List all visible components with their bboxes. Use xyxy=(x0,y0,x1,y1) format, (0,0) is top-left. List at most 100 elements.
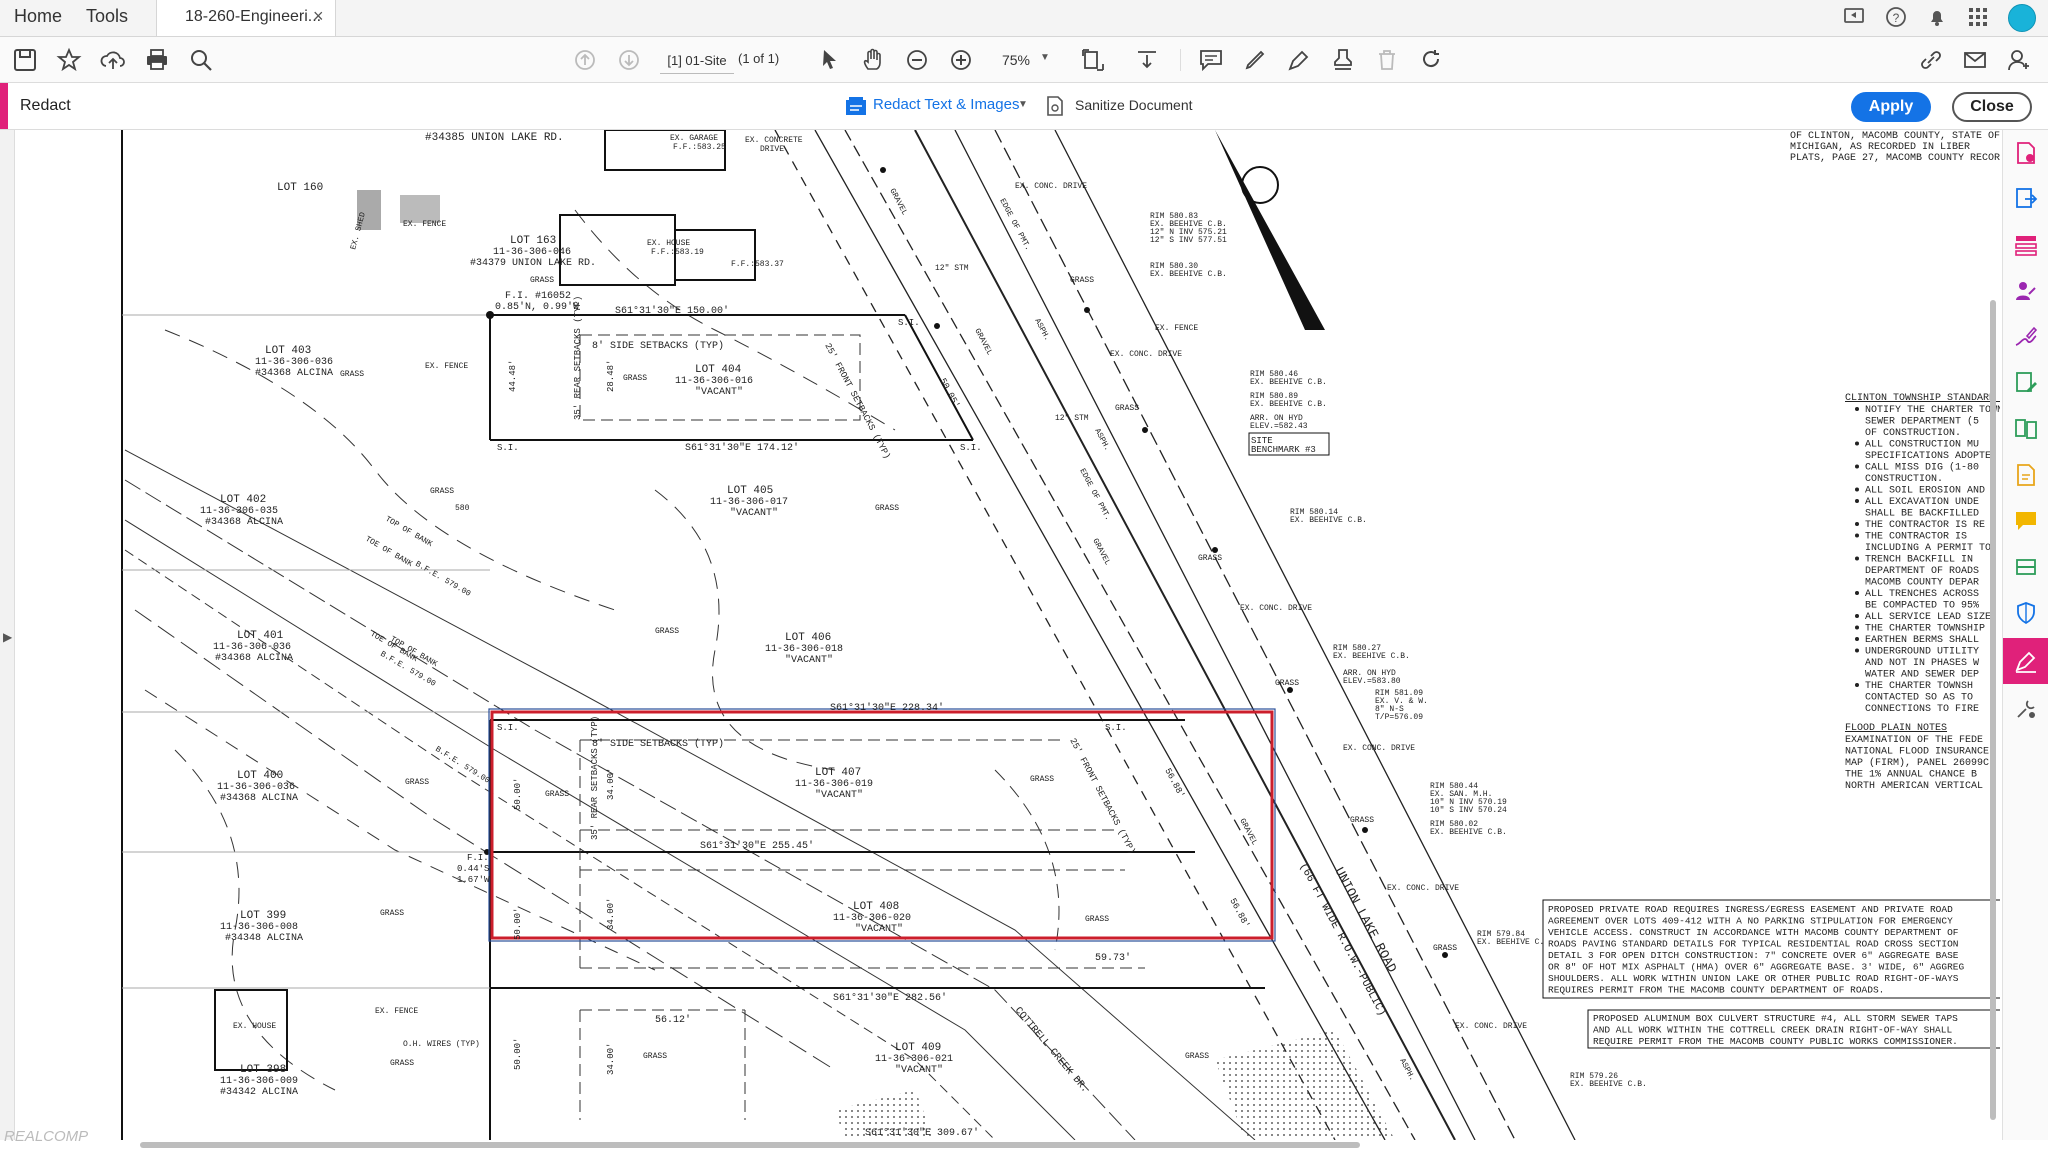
search-zoom-icon[interactable] xyxy=(188,47,214,73)
ex-garage2-ff: F.F.:583.37 xyxy=(731,260,784,269)
si-label-3: S.I. xyxy=(898,318,920,328)
rear-setbacks-1: 35' REAR SETBACKS (TYP) xyxy=(573,296,583,420)
ex-shed-label: EX. SHED xyxy=(349,211,368,251)
request-signature-icon[interactable] xyxy=(2013,278,2039,304)
highlight-pen-icon[interactable] xyxy=(1242,47,1268,73)
stamp-icon[interactable] xyxy=(1330,47,1356,73)
note-bullet xyxy=(1855,648,1859,653)
email-envelope-icon[interactable] xyxy=(1962,47,1988,73)
note-line: AND ALL WORK WITHIN THE COTTRELL CREEK D… xyxy=(1593,1025,1952,1036)
note-line: REQUIRES PERMIT FROM THE MACOMB COUNTY D… xyxy=(1548,985,1884,996)
vertical-scrollbar[interactable] xyxy=(1990,300,1996,1120)
notifications-bell-icon[interactable] xyxy=(1925,5,1949,29)
note-line: TRENCH BACKFILL IN xyxy=(1865,555,1973,566)
lot-408-id: 11-36-306-020 xyxy=(833,913,911,924)
protect-shield-icon[interactable] xyxy=(2013,600,2039,626)
zoom-out-icon[interactable] xyxy=(904,47,930,73)
page-fit-icon[interactable] xyxy=(1080,47,1106,73)
rim-8-inv-s: 10" S INV 570.24 xyxy=(1430,806,1507,815)
bfe-label-1: B.F.E. 579.00 xyxy=(414,560,473,599)
rim-4-structure: EX. BEEHIVE C.B. xyxy=(1250,400,1327,409)
dim-44-48: 44.48' xyxy=(508,360,518,392)
menu-home[interactable]: Home xyxy=(14,6,62,27)
print-icon[interactable] xyxy=(144,47,170,73)
bookmark-star-icon[interactable] xyxy=(56,47,82,73)
zoom-dropdown-icon[interactable]: ▼ xyxy=(1040,52,1050,63)
upload-cloud-icon[interactable] xyxy=(100,47,126,73)
bearing-4: S61°31'30"E 255.45' xyxy=(700,840,814,852)
redact-text-images-button[interactable]: Redact Text & Images xyxy=(873,96,1019,113)
note-line: ROADS PAVING STANDARD DETAILS FOR TYPICA… xyxy=(1548,939,1958,950)
note-line: CONNECTIONS TO FIRE xyxy=(1865,704,1979,715)
note-line: CALL MISS DIG (1-80 xyxy=(1865,462,1979,474)
sanitize-document-button[interactable]: Sanitize Document xyxy=(1075,97,1193,113)
link-icon[interactable] xyxy=(1918,47,1944,73)
horizontal-scrollbar[interactable] xyxy=(140,1142,1360,1148)
hand-pan-icon[interactable] xyxy=(860,47,886,73)
note-line: INCLUDING A PERMIT TO xyxy=(1865,543,1991,554)
lot-402-label: LOT 402 xyxy=(220,494,266,506)
more-tools-icon[interactable] xyxy=(2013,696,2039,722)
toe-of-bank-1: TOE OF BANK xyxy=(364,535,414,569)
top-address: #34385 UNION LAKE RD. xyxy=(425,132,564,144)
redact-dropdown-icon[interactable]: ▼ xyxy=(1018,99,1028,110)
share-screen-icon[interactable] xyxy=(1843,5,1867,29)
dim-34-00-3: 34.00' xyxy=(606,1043,616,1075)
apply-button[interactable]: Apply xyxy=(1851,92,1931,122)
scroll-mode-icon[interactable] xyxy=(1134,47,1160,73)
lot-405-label: LOT 405 xyxy=(727,485,773,497)
ex-fence-label-1: EX. FENCE xyxy=(403,220,446,229)
export-pdf-icon[interactable] xyxy=(2013,186,2039,212)
redact-tool-active[interactable] xyxy=(2003,638,2048,684)
save-icon[interactable] xyxy=(12,47,38,73)
combine-files-icon[interactable] xyxy=(2013,416,2039,442)
rotate-redo-icon[interactable] xyxy=(1418,47,1444,73)
side-setbacks-1: 8' SIDE SETBACKS (TYP) xyxy=(592,340,724,352)
comment-tool-icon[interactable] xyxy=(2013,508,2039,534)
document-canvas[interactable]: #34385 UNION LAKE RD. EX. GARAGE F.F.:58… xyxy=(15,130,2000,1140)
close-button[interactable]: Close xyxy=(1952,92,2032,122)
lot-404-id: 11-36-306-016 xyxy=(675,376,753,387)
grass-label-11: GRASS xyxy=(380,909,404,918)
lot-403-address: #34368 ALCINA xyxy=(255,368,333,379)
zoom-level-input[interactable] xyxy=(992,47,1040,73)
help-icon[interactable]: ? xyxy=(1884,5,1908,29)
delete-trash-icon[interactable] xyxy=(1374,47,1400,73)
redact-text-images-icon[interactable] xyxy=(846,97,866,115)
previous-page-icon[interactable] xyxy=(572,47,598,73)
elev-2: ELEV.=583.80 xyxy=(1343,677,1401,686)
select-cursor-icon[interactable] xyxy=(816,47,842,73)
bearing-6: S61°31'30"E 309.67' xyxy=(865,1127,979,1139)
lot-401-address: #34368 ALCINA xyxy=(215,653,293,664)
rim-10-structure: EX. BEEHIVE C.B. xyxy=(1477,938,1554,947)
note-bullet xyxy=(1855,499,1859,503)
document-tab[interactable]: 18-260-Engineeri... × xyxy=(156,0,336,36)
scan-ocr-icon[interactable] xyxy=(2013,554,2039,580)
edit-pdf-icon[interactable] xyxy=(2013,370,2039,396)
share-user-icon[interactable] xyxy=(2006,47,2032,73)
rear-setbacks-2: 35' REAR SETBACKS (TYP) xyxy=(590,716,600,840)
standard-notes-list: NOTIFY THE CHARTER TOWNSHIPSEWER DEPARTM… xyxy=(1855,405,2000,715)
expand-panel-arrow-icon[interactable]: ▶ xyxy=(3,630,12,644)
bearing-5: S61°31'30"E 282.56' xyxy=(833,992,947,1004)
drive-label: DRIVE xyxy=(760,145,784,154)
lot-402-address: #34368 ALCINA xyxy=(205,517,283,528)
organize-pages-icon[interactable] xyxy=(2013,232,2039,258)
zoom-in-icon[interactable] xyxy=(948,47,974,73)
lot-163-id: 11-36-306-046 xyxy=(493,247,571,258)
lot-406-label: LOT 406 xyxy=(785,632,831,644)
apps-grid-icon[interactable] xyxy=(1966,5,1990,29)
sanitize-document-icon[interactable] xyxy=(1046,96,1064,116)
comment-icon[interactable] xyxy=(1198,47,1224,73)
note-bullet xyxy=(1855,487,1859,492)
user-avatar[interactable] xyxy=(2008,4,2036,32)
draw-freehand-icon[interactable] xyxy=(1286,47,1312,73)
close-tab-icon[interactable]: × xyxy=(313,6,324,27)
create-pdf-icon[interactable] xyxy=(2013,140,2039,166)
next-page-icon[interactable] xyxy=(616,47,642,73)
fill-sign-icon[interactable] xyxy=(2013,324,2039,350)
prepare-form-icon[interactable] xyxy=(2013,462,2039,488)
menu-tools[interactable]: Tools xyxy=(86,6,128,27)
page-number-input[interactable] xyxy=(660,47,734,74)
tools-right-rail xyxy=(2002,130,2048,1140)
